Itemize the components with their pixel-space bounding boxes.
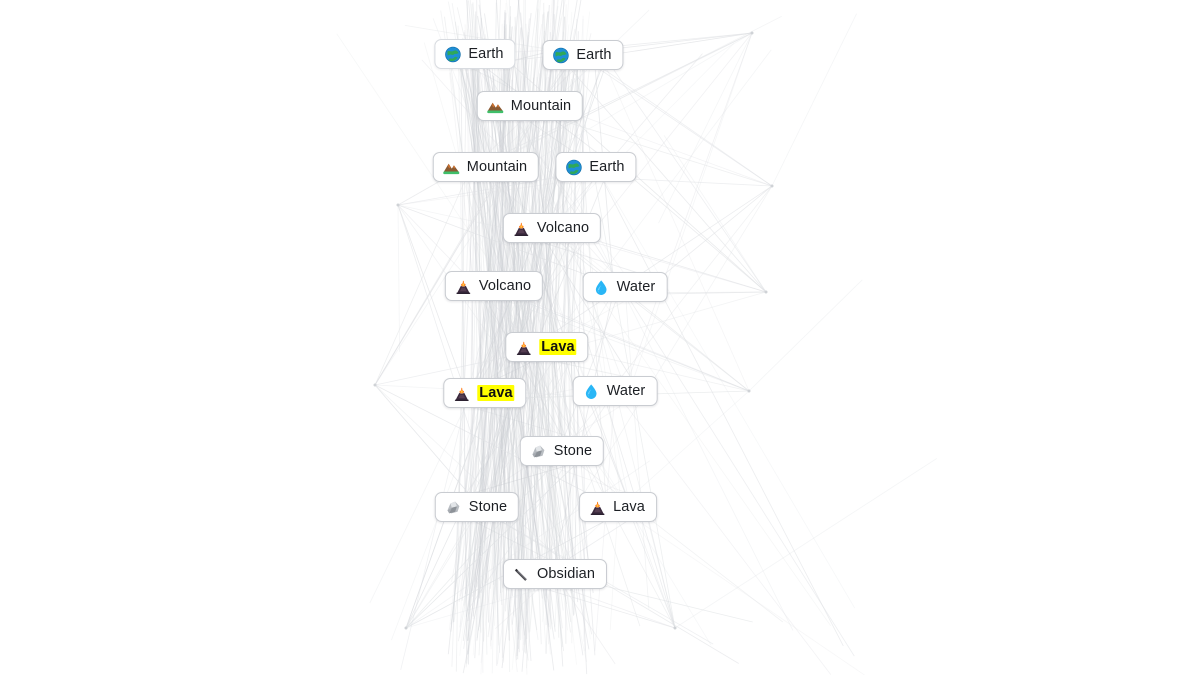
node-label: Mountain xyxy=(510,97,572,114)
node-label: Lava xyxy=(477,384,515,402)
node-label: Water xyxy=(606,382,646,399)
graph-canvas[interactable]: Earth Earth Mountain Mountain Earth Volcano Vo… xyxy=(0,0,1200,675)
node-label: Water xyxy=(616,278,656,295)
obsidian-icon xyxy=(513,566,530,583)
graph-node-water-b[interactable]: Water xyxy=(572,376,658,406)
edge-endpoint-3 xyxy=(747,389,751,393)
earth-icon xyxy=(553,47,569,63)
node-label: Mountain xyxy=(466,158,528,175)
graph-node-earth-a[interactable]: Earth xyxy=(434,39,516,69)
node-label: Volcano xyxy=(536,219,590,236)
edge-endpoint-2 xyxy=(764,290,768,294)
earth-icon xyxy=(444,46,461,63)
graph-node-lava-a[interactable]: Lava xyxy=(505,332,589,362)
obsidian-icon xyxy=(514,568,527,581)
graph-node-mountain-a[interactable]: Mountain xyxy=(476,91,584,121)
graph-node-volcano-a[interactable]: Volcano xyxy=(502,213,602,243)
volcano-icon xyxy=(590,501,605,515)
edge-endpoint-1 xyxy=(770,184,774,188)
graph-node-volcano-b[interactable]: Volcano xyxy=(444,271,544,301)
stone-icon xyxy=(445,499,462,516)
node-label: Lava xyxy=(539,338,577,356)
water-icon xyxy=(593,279,610,296)
earth-icon xyxy=(566,159,582,175)
graph-node-stone-b[interactable]: Stone xyxy=(434,492,520,522)
volcano-icon xyxy=(456,280,471,294)
volcano-icon xyxy=(515,339,532,356)
volcano-icon xyxy=(455,278,472,295)
stone-icon xyxy=(447,501,460,513)
water-icon xyxy=(595,279,607,295)
graph-node-obsidian[interactable]: Obsidian xyxy=(502,559,608,589)
edge-endpoint-4 xyxy=(396,203,400,207)
volcano-icon xyxy=(454,387,469,401)
volcano-icon xyxy=(453,385,470,402)
graph-node-earth-c[interactable]: Earth xyxy=(555,152,637,182)
mountain-icon xyxy=(487,102,504,113)
earth-icon xyxy=(445,46,461,62)
node-label: Stone xyxy=(553,442,593,459)
graph-node-earth-b[interactable]: Earth xyxy=(542,40,624,70)
earth-icon xyxy=(552,47,569,64)
node-label: Earth xyxy=(576,46,612,63)
node-label: Earth xyxy=(468,45,504,62)
water-icon xyxy=(583,383,600,400)
graph-node-water-a[interactable]: Water xyxy=(582,272,668,302)
graph-node-mountain-b[interactable]: Mountain xyxy=(432,152,540,182)
mountain-icon xyxy=(443,159,460,176)
edge-endpoint-6 xyxy=(673,626,677,630)
node-label: Lava xyxy=(613,498,645,515)
mountain-icon xyxy=(443,163,460,174)
node-label: Obsidian xyxy=(536,565,596,582)
edge-endpoint-5 xyxy=(373,383,377,387)
volcano-icon xyxy=(514,222,529,236)
graph-node-stone-a[interactable]: Stone xyxy=(519,436,605,466)
graph-node-lava-b[interactable]: Lava xyxy=(443,378,527,408)
earth-icon xyxy=(565,159,582,176)
volcano-icon xyxy=(516,341,531,355)
mountain-icon xyxy=(487,98,504,115)
stone-icon xyxy=(530,443,547,460)
node-label: Stone xyxy=(468,498,508,515)
node-label: Volcano xyxy=(478,277,532,294)
volcano-icon xyxy=(589,499,606,516)
stone-icon xyxy=(532,445,545,457)
graph-node-lava-c[interactable]: Lava xyxy=(579,492,657,522)
edge-endpoint-0 xyxy=(750,31,754,35)
volcano-icon xyxy=(513,220,530,237)
node-label: Earth xyxy=(589,158,625,175)
edge-endpoint-7 xyxy=(404,626,408,630)
water-icon xyxy=(585,383,597,399)
